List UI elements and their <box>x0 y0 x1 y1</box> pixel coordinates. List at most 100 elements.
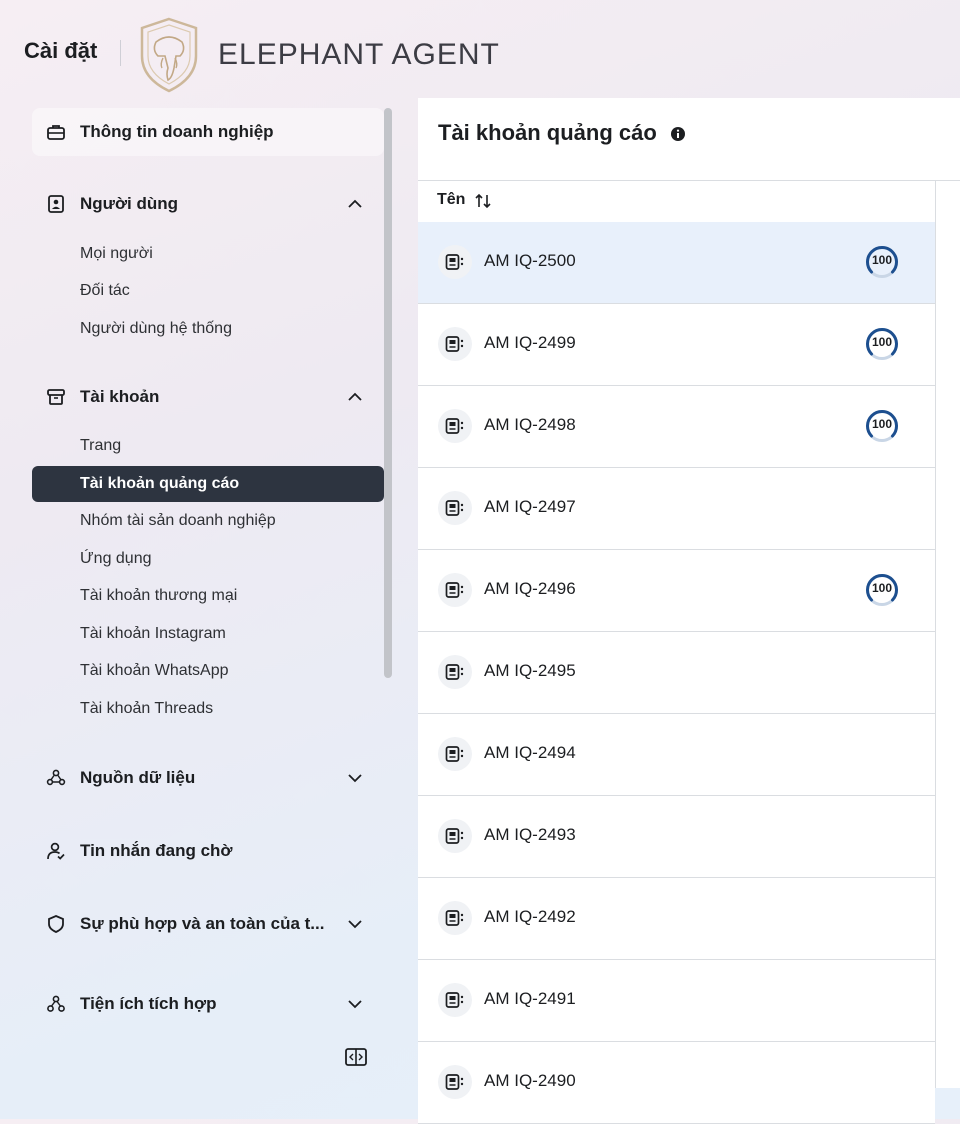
sidebar-item-whatsapp-accounts[interactable]: Tài khoản WhatsApp <box>32 653 384 689</box>
ad-account-name: AM IQ-2499 <box>484 333 576 352</box>
sidebar-item-label: Người dùng hệ thống <box>80 320 232 337</box>
table-header-name[interactable]: Tên <box>418 180 936 222</box>
ad-account-name: AM IQ-2496 <box>484 579 576 598</box>
ad-account-icon <box>445 992 464 1008</box>
ad-account-name: AM IQ-2491 <box>484 989 576 1008</box>
sidebar-section-business-info[interactable]: Thông tin doanh nghiệp <box>32 108 384 156</box>
sidebar-item-label: Tài khoản thương mại <box>80 587 238 604</box>
ad-account-icon-wrap <box>438 901 472 935</box>
ad-account-icon-wrap <box>438 1065 472 1099</box>
ad-account-name: AM IQ-2490 <box>484 1071 576 1090</box>
table-row[interactable]: AM IQ-2496 100 <box>418 550 935 632</box>
ad-account-icon-wrap <box>438 327 472 361</box>
sidebar-section-accounts[interactable]: Tài khoản <box>32 373 384 421</box>
table-row[interactable]: AM IQ-2500 100 <box>418 222 935 304</box>
ad-account-icon <box>445 254 464 270</box>
sidebar-section-brand-safety[interactable]: Sự phù hợp và an toàn của t... <box>32 900 384 948</box>
sidebar-item-label: Tài khoản WhatsApp <box>80 662 229 679</box>
column-header-name: Tên <box>437 191 466 208</box>
info-icon[interactable] <box>670 126 686 142</box>
ad-account-icon-wrap <box>438 573 472 607</box>
table-row[interactable]: AM IQ-2493 <box>418 796 935 878</box>
quality-score-value: 100 <box>871 335 893 349</box>
ad-account-icon <box>445 746 464 762</box>
sidebar-item-ad-accounts[interactable]: Tài khoản quảng cáo <box>32 466 384 502</box>
ad-account-icon-wrap <box>438 983 472 1017</box>
table-row[interactable]: AM IQ-2499 100 <box>418 304 935 386</box>
sidebar-scrollbar-thumb[interactable] <box>384 108 392 678</box>
sidebar-item-label: Ứng dụng <box>80 550 152 567</box>
sidebar-item-commerce-accounts[interactable]: Tài khoản thương mại <box>32 578 384 614</box>
sidebar-item-partners[interactable]: Đối tác <box>32 273 384 309</box>
shield-icon <box>48 915 64 933</box>
quality-score-badge[interactable]: 100 <box>864 408 900 444</box>
sidebar-section-label: Sự phù hợp và an toàn của t... <box>80 914 325 933</box>
sidebar-item-business-asset-groups[interactable]: Nhóm tài sản doanh nghiệp <box>32 503 384 539</box>
sidebar-item-label: Nhóm tài sản doanh nghiệp <box>80 512 276 529</box>
sidebar-section-users[interactable]: Người dùng <box>32 180 384 228</box>
sidebar-item-instagram-accounts[interactable]: Tài khoản Instagram <box>32 616 384 652</box>
briefcase-icon <box>47 125 65 140</box>
settings-sidebar: Thông tin doanh nghiệp Người dùng Mọi ng… <box>32 106 388 1086</box>
ad-account-name: AM IQ-2495 <box>484 661 576 680</box>
chevron-up-icon[interactable] <box>346 195 364 213</box>
archive-icon <box>47 389 65 405</box>
chevron-down-icon[interactable] <box>346 995 364 1013</box>
sidebar-item-label: Đối tác <box>80 282 130 299</box>
ad-account-icon <box>445 1074 464 1090</box>
sidebar-item-label: Tài khoản Instagram <box>80 625 226 642</box>
ad-account-icon <box>445 828 464 844</box>
table-row[interactable]: AM IQ-2495 <box>418 632 935 714</box>
ad-account-icon-wrap <box>438 245 472 279</box>
ad-account-name: AM IQ-2493 <box>484 825 576 844</box>
chevron-down-icon[interactable] <box>346 769 364 787</box>
ad-account-icon <box>445 582 464 598</box>
ad-account-name: AM IQ-2497 <box>484 497 576 516</box>
ad-accounts-panel: Tài khoản quảng cáo Tên AM IQ-2500 100 AM … <box>418 98 960 1124</box>
column-divider <box>935 180 936 1088</box>
chevron-up-icon[interactable] <box>346 388 364 406</box>
page-title: Tài khoản quảng cáo <box>438 120 657 145</box>
quality-score-badge[interactable]: 100 <box>864 326 900 362</box>
table-row[interactable]: AM IQ-2498 100 <box>418 386 935 468</box>
sidebar-section-pending-messages[interactable]: Tin nhắn đang chờ <box>32 827 384 875</box>
quality-score-badge[interactable]: 100 <box>864 572 900 608</box>
sidebar-item-label: Trang <box>80 437 122 454</box>
sidebar-item-apps[interactable]: Ứng dụng <box>32 541 384 577</box>
sidebar-section-label: Nguồn dữ liệu <box>80 768 196 787</box>
brand-name: ELEPHANT AGENT <box>218 38 500 71</box>
sidebar-section-integrations[interactable]: Tiện ích tích hợp <box>32 980 384 1028</box>
user-badge-icon <box>48 195 64 213</box>
table-row[interactable]: AM IQ-2490 <box>418 1042 935 1124</box>
ad-account-name: AM IQ-2498 <box>484 415 576 434</box>
ad-account-icon-wrap <box>438 819 472 853</box>
integration-icon <box>47 995 65 1012</box>
sidebar-section-data-sources[interactable]: Nguồn dữ liệu <box>32 754 384 802</box>
ad-account-icon <box>445 336 464 352</box>
collapse-sidebar-icon[interactable] <box>344 1046 368 1068</box>
ad-account-icon-wrap <box>438 655 472 689</box>
sidebar-item-label: Tài khoản Threads <box>80 700 214 717</box>
sidebar-scrollbar[interactable] <box>384 108 392 678</box>
sort-icon[interactable] <box>474 192 492 210</box>
table-row[interactable]: AM IQ-2497 <box>418 468 935 550</box>
sidebar-item-label: Mọi người <box>80 245 153 262</box>
ad-account-name: AM IQ-2492 <box>484 907 576 926</box>
sidebar-item-pages[interactable]: Trang <box>32 428 384 464</box>
sidebar-item-everyone[interactable]: Mọi người <box>32 236 384 272</box>
table-row[interactable]: AM IQ-2494 <box>418 714 935 796</box>
table-row[interactable]: AM IQ-2491 <box>418 960 935 1042</box>
sidebar-item-system-users[interactable]: Người dùng hệ thống <box>32 311 384 347</box>
quality-score-value: 100 <box>871 417 893 431</box>
ad-account-icon-wrap <box>438 737 472 771</box>
people-network-icon <box>46 769 66 786</box>
topbar-divider <box>120 40 121 66</box>
chevron-down-icon[interactable] <box>346 915 364 933</box>
top-bar: Cài đặt ELEPHANT AGENT <box>0 0 960 100</box>
quality-score-badge[interactable]: 100 <box>864 244 900 280</box>
ad-account-icon <box>445 500 464 516</box>
table-row[interactable]: AM IQ-2492 <box>418 878 935 960</box>
sidebar-item-threads-accounts[interactable]: Tài khoản Threads <box>32 691 384 727</box>
panel-header: Tài khoản quảng cáo <box>418 98 960 181</box>
ad-account-icon <box>445 418 464 434</box>
